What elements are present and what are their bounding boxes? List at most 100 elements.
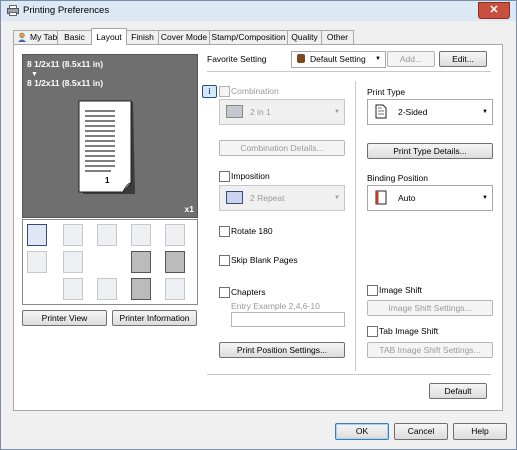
staple-function-icon[interactable] (131, 251, 151, 273)
page-preview-icon: 1 (78, 100, 135, 194)
print-type-label: Print Type (367, 87, 406, 97)
print-type-value: 2-Sided (398, 107, 428, 117)
function-icon-grid (22, 219, 198, 305)
binding-position-select[interactable]: Auto ▼ (367, 185, 493, 211)
button-label: Combination Details... (240, 143, 324, 153)
imposition-label: Imposition (231, 171, 270, 181)
two-in-one-icon (226, 105, 243, 118)
chapters-example-label: Entry Example 2,4,6-10 (231, 301, 320, 311)
skip-blank-pages-checkbox[interactable] (219, 255, 230, 266)
tab-image-shift-checkbox[interactable] (367, 326, 378, 337)
add-favorite-button[interactable]: Add... (387, 51, 435, 67)
image-shift-settings-button[interactable]: Image Shift Settings... (367, 300, 493, 316)
favorite-separator (207, 71, 491, 72)
imposition-value: 2 Repeat (250, 193, 285, 203)
tab-label: My Tab (30, 32, 58, 42)
my-tab-icon (18, 32, 26, 42)
binding-position-value: Auto (398, 193, 416, 203)
size-arrow-icon: ▼ (31, 71, 38, 78)
printing-preferences-window: Printing Preferences ✕ My Tab Basic Layo… (0, 0, 517, 450)
tab-label: Finish (131, 32, 154, 42)
printer-view-button[interactable]: Printer View (22, 310, 107, 326)
frame-function-icon[interactable] (165, 278, 185, 300)
original-size-label: 8 1/2x11 (8.5x11 in) (27, 59, 104, 69)
favorite-setting-value: Default Setting (310, 54, 366, 64)
print-type-select[interactable]: 2-Sided ▼ (367, 99, 493, 125)
button-label: Printer View (41, 313, 88, 323)
print-type-details-button[interactable]: Print Type Details... (367, 143, 493, 159)
image-shift-label: Image Shift (379, 285, 422, 295)
output-size-label: 8 1/2x11 (8.5x11 in) (27, 78, 104, 88)
combination-label: Combination (231, 86, 279, 96)
pages-function-icon[interactable] (63, 251, 83, 273)
tab-quality[interactable]: Quality (287, 30, 322, 44)
cancel-button[interactable]: Cancel (394, 423, 448, 440)
tab-image-shift-settings-button[interactable]: TAB Image Shift Settings... (367, 342, 493, 358)
tab-label: Basic (64, 32, 85, 42)
imposition-checkbox[interactable] (219, 171, 230, 182)
punch-function-icon[interactable] (131, 278, 151, 300)
preview-pane: 8 1/2x11 (8.5x11 in) ▼ 8 1/2x11 (8.5x11 … (22, 54, 198, 218)
print-position-settings-button[interactable]: Print Position Settings... (219, 342, 345, 358)
booklet-function-icon[interactable] (63, 224, 83, 246)
combination-select[interactable]: 2 in 1 ▼ (219, 99, 345, 125)
close-icon: ✕ (489, 4, 499, 16)
tab-layout[interactable]: Layout (91, 28, 127, 45)
tab-my-tab[interactable]: My Tab (13, 30, 59, 44)
title-bar: Printing Preferences ✕ (1, 1, 516, 21)
printer-icon (7, 5, 19, 16)
button-label: Default (444, 386, 472, 396)
button-label: Add... (399, 54, 423, 64)
copy-function-icon[interactable] (97, 224, 117, 246)
button-label: Print Type Details... (393, 146, 467, 156)
help-button[interactable]: Help (453, 423, 507, 440)
collate-function-icon[interactable] (131, 224, 151, 246)
favorite-setting-select[interactable]: Default Setting ▼ (291, 51, 386, 68)
imposition-select[interactable]: 2 Repeat ▼ (219, 185, 345, 211)
fold-function-icon[interactable] (165, 251, 185, 273)
page-number: 1 (105, 176, 110, 185)
document-function-icon[interactable] (27, 251, 47, 273)
rotate-180-label: Rotate 180 (231, 226, 273, 236)
tab-stamp-composition[interactable]: Stamp/Composition (209, 30, 288, 44)
tab-label: Other (326, 32, 349, 42)
chevron-down-icon: ▼ (334, 109, 340, 115)
info-icon[interactable]: i (202, 85, 217, 98)
column-separator (355, 81, 356, 371)
combination-checkbox[interactable] (219, 86, 230, 97)
edit-favorite-button[interactable]: Edit... (439, 51, 487, 67)
combination-value: 2 in 1 (250, 107, 271, 117)
rotate-function-icon[interactable] (165, 224, 185, 246)
bottom-separator (207, 374, 491, 375)
rotate-180-checkbox[interactable] (219, 226, 230, 237)
binding-left-icon (375, 190, 387, 205)
button-label: Cancel (407, 426, 435, 436)
overlay-function-icon[interactable] (97, 278, 117, 300)
tab-label: Layout (96, 32, 122, 42)
favorite-icon (297, 54, 305, 63)
tab-label: Quality (291, 32, 318, 42)
image-shift-checkbox[interactable] (367, 285, 378, 296)
stamp-function-icon[interactable] (63, 278, 83, 300)
tab-other[interactable]: Other (321, 30, 354, 44)
combination-details-button[interactable]: Combination Details... (219, 140, 345, 156)
tab-cover-mode[interactable]: Cover Mode (158, 30, 210, 44)
tab-image-shift-label: Tab Image Shift (379, 326, 439, 336)
chevron-down-icon: ▼ (375, 56, 381, 62)
layout-function-icon[interactable] (27, 224, 47, 246)
tab-basic[interactable]: Basic (57, 30, 92, 44)
chevron-down-icon: ▼ (482, 109, 488, 115)
window-title: Printing Preferences (23, 5, 110, 16)
default-button[interactable]: Default (429, 383, 487, 399)
button-label: Edit... (452, 54, 474, 64)
chapters-input[interactable] (231, 312, 345, 327)
chevron-down-icon: ▼ (482, 195, 488, 201)
close-button[interactable]: ✕ (478, 2, 510, 19)
chapters-checkbox[interactable] (219, 287, 230, 298)
ok-button[interactable]: OK (335, 423, 389, 440)
tab-finish[interactable]: Finish (126, 30, 159, 44)
chevron-down-icon: ▼ (334, 195, 340, 201)
binding-position-label: Binding Position (367, 173, 428, 183)
button-label: Print Position Settings... (236, 345, 328, 355)
printer-information-button[interactable]: Printer Information (112, 310, 197, 326)
